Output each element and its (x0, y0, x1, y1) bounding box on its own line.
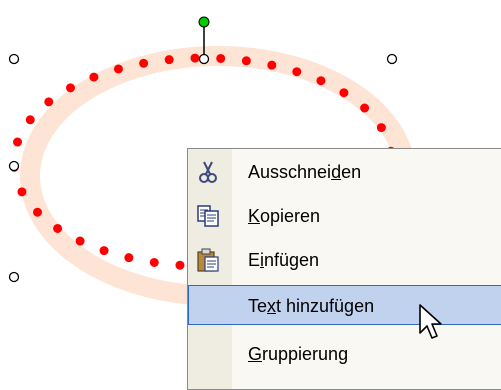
resize-handle-bottom-left[interactable] (8, 271, 20, 283)
rotation-handle[interactable] (198, 16, 210, 28)
paste-icon (197, 248, 219, 272)
resize-handle-top-left[interactable] (8, 53, 20, 65)
menu-item-label: Kopieren (248, 206, 321, 226)
menu-item-grouping[interactable]: Gruppierung (188, 333, 501, 373)
context-menu: Ausschneiden Kopieren Einfügen Text hinz… (187, 148, 501, 390)
menu-item-label: Gruppierung (248, 344, 349, 364)
menu-item-copy[interactable]: Kopieren (188, 195, 501, 235)
resize-handle-top[interactable] (198, 53, 210, 65)
menu-item-label: Einfügen (248, 250, 320, 270)
scissors-icon (199, 161, 217, 183)
resize-handle-left[interactable] (8, 160, 20, 172)
menu-item-label: Ausschneiden (248, 162, 362, 182)
menu-item-cut[interactable]: Ausschneiden (188, 151, 501, 191)
menu-item-label: Text hinzufügen (248, 296, 375, 316)
menu-item-paste[interactable]: Einfügen (188, 239, 501, 279)
copy-icon (197, 205, 219, 227)
mouse-pointer-icon (419, 304, 442, 339)
resize-handle-top-right[interactable] (386, 53, 398, 65)
menu-item-add-text[interactable]: Text hinzufügen (188, 285, 501, 325)
